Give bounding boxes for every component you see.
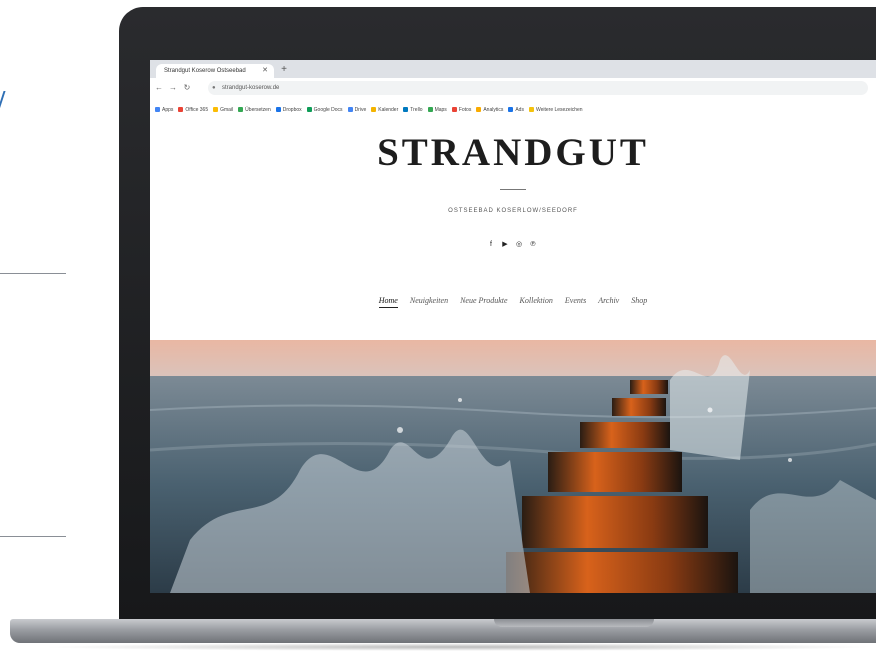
- website: STRANDGUT OSTSEEBAD KOSERLOW/SEEDORF f ▶ ◎…: [150, 112, 876, 593]
- nav-item-home[interactable]: Home: [378, 296, 398, 308]
- decorative-line: [0, 273, 66, 274]
- forward-icon[interactable]: →: [168, 82, 178, 94]
- reload-icon[interactable]: ↻: [182, 82, 192, 94]
- decorative-slash: [0, 91, 6, 113]
- nav-item-events[interactable]: Events: [565, 296, 586, 305]
- facebook-icon[interactable]: f: [486, 240, 496, 250]
- tab-title: Strandgut Koserow Ostseebad: [164, 68, 246, 74]
- site-tagline: OSTSEEBAD KOSERLOW/SEEDORF: [448, 208, 578, 214]
- social-links: f ▶ ◎ ℗: [486, 233, 546, 248]
- nav-item-neue-produkte[interactable]: Neue Produkte: [460, 296, 507, 305]
- decorative-line: [0, 536, 66, 537]
- hero-image: [150, 340, 876, 593]
- nav-item-shop[interactable]: Shop: [631, 296, 647, 305]
- browser-tab[interactable]: Strandgut Koserow Ostseebad ✕: [156, 64, 274, 78]
- laptop-base: [10, 619, 876, 643]
- main-navigation: Home Neuigkeiten Neue Produkte Kollektion Ev…: [150, 296, 876, 308]
- browser-chrome: Strandgut Koserow Ostseebad ✕ + ← → ↻ ● …: [150, 60, 876, 120]
- url-text: strandgut-koserow.de: [222, 85, 280, 91]
- nav-item-kollektion[interactable]: Kollektion: [520, 296, 553, 305]
- tab-bar: Strandgut Koserow Ostseebad ✕ +: [150, 60, 876, 78]
- instagram-icon[interactable]: ◎: [514, 240, 524, 250]
- back-icon[interactable]: ←: [154, 82, 164, 94]
- logo-divider: [500, 189, 526, 190]
- address-bar[interactable]: ● strandgut-koserow.de: [208, 81, 868, 95]
- pinterest-icon[interactable]: ℗: [528, 240, 538, 250]
- browser-toolbar: ← → ↻ ● strandgut-koserow.de: [150, 78, 876, 98]
- new-tab-icon[interactable]: +: [278, 64, 290, 76]
- youtube-icon[interactable]: ▶: [500, 240, 510, 250]
- bookmarks-bar: Apps Office 365 Gmail Übersetzen Dropbox Goog…: [150, 98, 876, 113]
- laptop-screen: Strandgut Koserow Ostseebad ✕ + ← → ↻ ● …: [150, 60, 876, 593]
- site-logo[interactable]: STRANDGUT: [150, 130, 876, 175]
- lock-icon: ●: [212, 85, 216, 91]
- laptop-shadow: [40, 643, 876, 651]
- close-icon[interactable]: ✕: [262, 64, 268, 78]
- laptop-opening-notch: [494, 619, 654, 627]
- nav-item-archiv[interactable]: Archiv: [598, 296, 619, 305]
- nav-item-neuigkeiten[interactable]: Neuigkeiten: [410, 296, 448, 305]
